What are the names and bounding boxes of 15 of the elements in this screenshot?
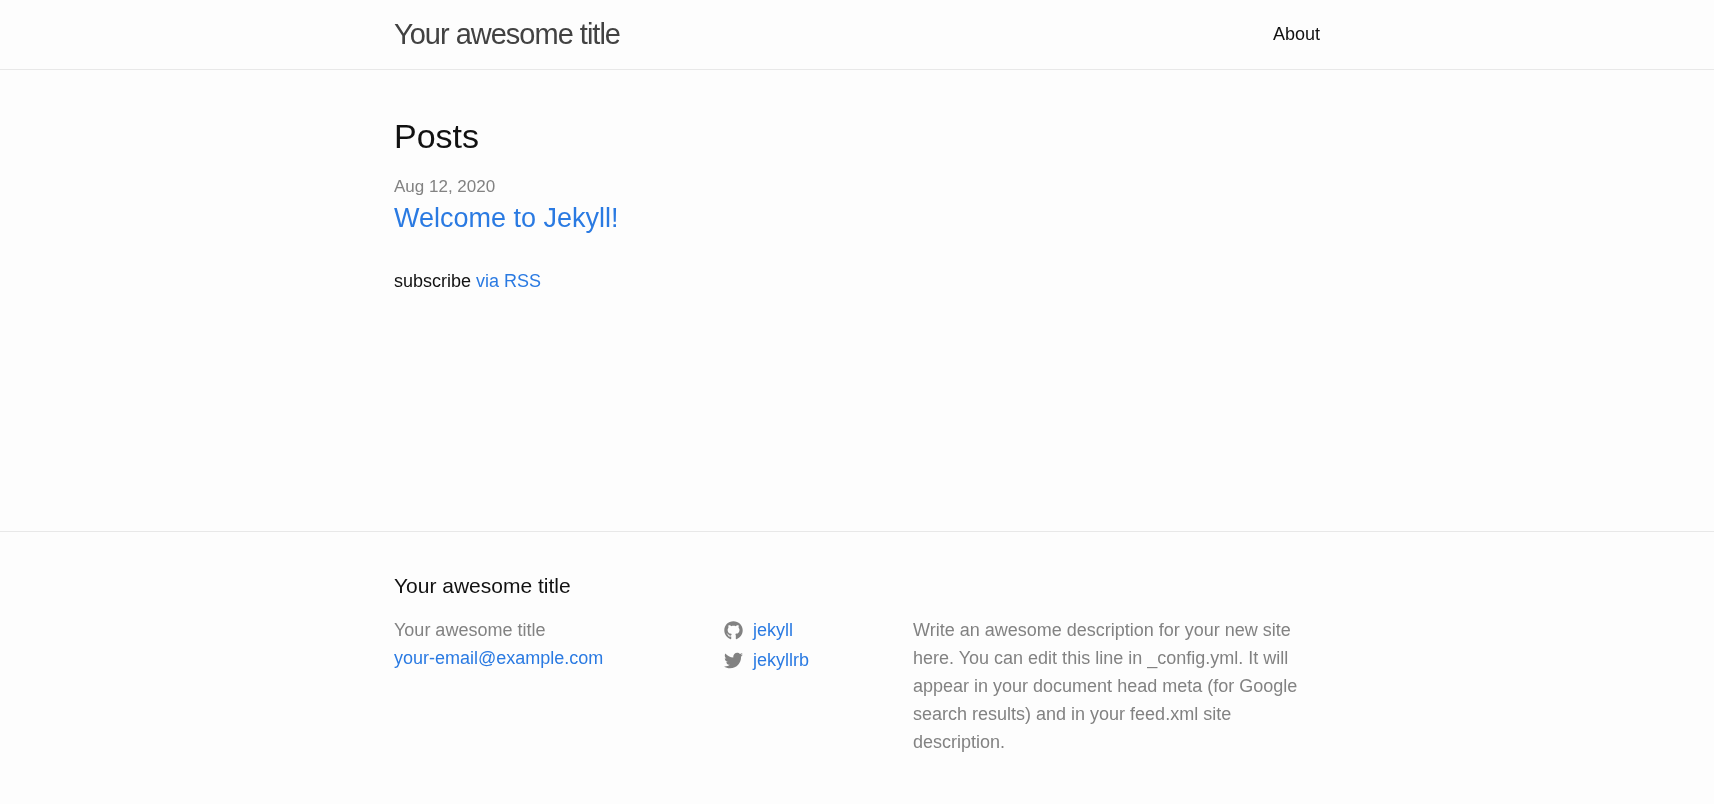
post-date: Aug 12, 2020 — [394, 176, 496, 198]
github-icon — [724, 620, 743, 640]
social-link[interactable]: jekyll — [724, 616, 793, 644]
subscribe-text: subscribe via RSS — [394, 270, 542, 293]
footer-title: Your awesome title — [394, 573, 572, 599]
site-description: Write an awesome description for your new site here. You can edit this line in _config.yml. It will appear in your document head meta (for Google search results) and in your feed.xml site description. — [913, 619, 1299, 754]
page-heading: Posts — [394, 116, 481, 157]
post-link[interactable]: Welcome to Jekyll! — [394, 200, 619, 236]
nav-link[interactable]: About — [1272, 21, 1320, 48]
social-link[interactable]: jekyllrb — [724, 646, 809, 674]
bird-icon — [724, 650, 743, 670]
contact-name: Your awesome title — [394, 619, 546, 642]
rss-link[interactable]: via RSS — [476, 271, 542, 291]
email-link[interactable]: your-email@example.com — [394, 644, 604, 672]
site-title[interactable]: Your awesome title — [394, 12, 620, 57]
